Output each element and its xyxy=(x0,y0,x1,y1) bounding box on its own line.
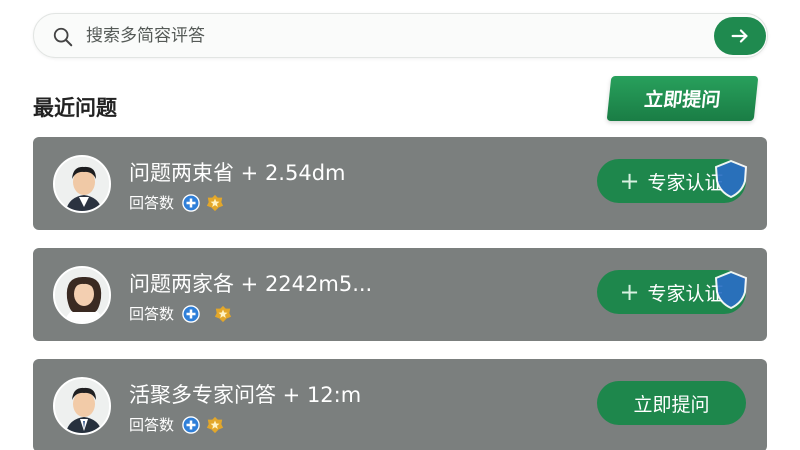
ask-now-card-button[interactable]: 立即提问 xyxy=(597,381,746,425)
search-icon xyxy=(53,27,73,47)
question-title[interactable]: 问题两束省 + 2.54dm xyxy=(129,157,346,187)
answers-label: 回答数 xyxy=(129,194,175,212)
verified-plus-badge-icon xyxy=(182,193,200,212)
answers-row: 回答数 xyxy=(129,192,224,213)
question-card[interactable]: 问题两家各 + 2242m5... 回答数 + 专家认证 xyxy=(33,248,767,341)
verified-plus-badge-icon xyxy=(182,304,200,323)
plus-icon: + xyxy=(619,278,640,306)
expert-verify-label: 专家认证 xyxy=(647,282,724,305)
search-submit-button[interactable] xyxy=(714,17,766,55)
answers-label: 回答数 xyxy=(129,305,175,323)
question-title[interactable]: 问题两家各 + 2242m5... xyxy=(129,268,372,298)
expert-verify-label: 专家认证 xyxy=(647,171,724,194)
gold-star-badge-icon xyxy=(214,305,232,322)
plus-icon: + xyxy=(619,167,640,195)
avatar xyxy=(53,377,111,435)
ask-now-button[interactable]: 立即提问 xyxy=(606,76,759,121)
answers-label: 回答数 xyxy=(129,416,175,434)
search-input[interactable] xyxy=(86,22,646,50)
shield-badge-icon xyxy=(714,271,748,309)
expert-verify-button[interactable]: + 专家认证 xyxy=(597,159,748,203)
avatar xyxy=(53,155,111,213)
answers-row: 回答数 xyxy=(129,303,232,324)
verified-plus-badge-icon xyxy=(182,415,200,434)
gold-star-badge-icon xyxy=(206,194,224,211)
question-title[interactable]: 活聚多专家问答 + 12:m xyxy=(129,379,361,409)
arrow-right-icon xyxy=(731,29,748,43)
search-bar[interactable] xyxy=(33,13,768,58)
question-card[interactable]: 活聚多专家问答 + 12:m 回答数 立即提问 xyxy=(33,359,767,450)
question-card[interactable]: 问题两束省 + 2.54dm 回答数 + 专家认证 xyxy=(33,137,767,230)
expert-verify-button[interactable]: + 专家认证 xyxy=(597,270,748,314)
avatar xyxy=(53,266,111,324)
section-title: 最近问题 xyxy=(33,96,117,120)
gold-star-badge-icon xyxy=(206,416,224,433)
shield-badge-icon xyxy=(714,160,748,198)
answers-row: 回答数 xyxy=(129,414,224,435)
